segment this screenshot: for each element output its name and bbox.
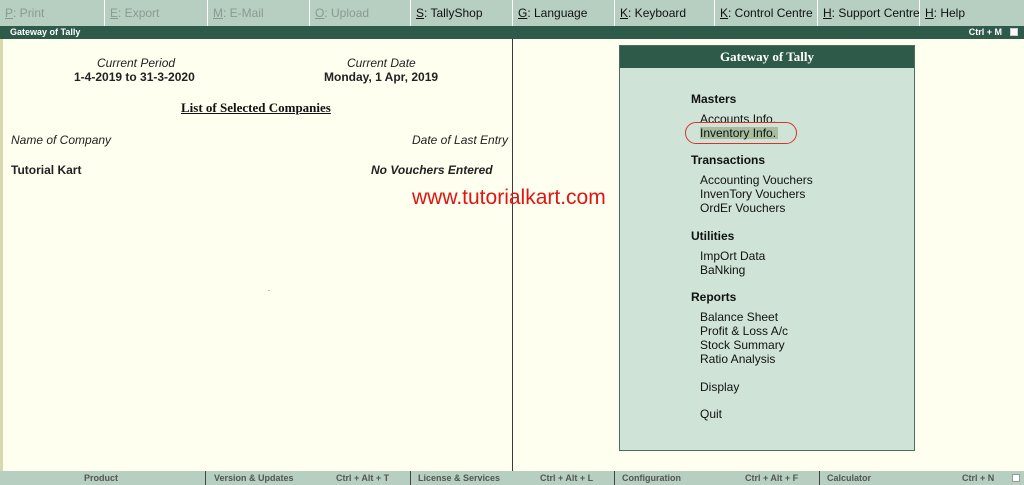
menu-stock-summary[interactable]: Stock Summary <box>700 338 785 352</box>
company-name[interactable]: Tutorial Kart <box>11 163 81 177</box>
transactions-heading: Transactions <box>691 153 766 167</box>
menu-import-data[interactable]: ImpOrt Data <box>700 249 765 263</box>
window-title-bar: Gateway of Tally Ctrl + M <box>0 26 1024 39</box>
configuration-shortcut: Ctrl + Alt + F <box>745 473 799 483</box>
separator <box>410 471 411 485</box>
calculator-toggle-icon[interactable] <box>1012 474 1020 482</box>
print-button[interactable]: P: Print <box>0 0 105 26</box>
export-button[interactable]: E: Export <box>105 0 208 26</box>
masters-heading: Masters <box>691 92 737 106</box>
menu-display[interactable]: Display <box>700 380 739 394</box>
calculator-button[interactable]: Calculator <box>827 471 871 485</box>
menu-ratio-analysis[interactable]: Ratio Analysis <box>700 352 775 366</box>
separator <box>819 471 820 485</box>
company-name-header: Name of Company <box>11 133 112 147</box>
version-updates-shortcut: Ctrl + Alt + T <box>336 473 390 483</box>
menu-quit[interactable]: Quit <box>700 407 722 421</box>
stray-dot <box>268 290 270 291</box>
separator <box>205 471 206 485</box>
current-period-value: 1-4-2019 to 31-3-2020 <box>74 70 195 84</box>
email-button[interactable]: M: E-Mail <box>208 0 310 26</box>
configuration-button[interactable]: Configuration <box>622 471 681 485</box>
reports-heading: Reports <box>691 290 737 304</box>
highlight-circle <box>685 122 797 144</box>
gateway-panel: Gateway of Tally <box>619 45 915 451</box>
control-centre-button[interactable]: K: Control Centre <box>715 0 818 26</box>
help-button[interactable]: H: Help <box>920 0 1024 26</box>
keyboard-button[interactable]: K: Keyboard <box>615 0 715 26</box>
menu-profit-loss[interactable]: Profit & Loss A/c <box>700 324 788 338</box>
product-button[interactable]: Product <box>84 471 118 485</box>
bottom-bar: Product Version & Updates Ctrl + Alt + T… <box>0 471 1024 485</box>
license-services-shortcut: Ctrl + Alt + L <box>540 473 594 483</box>
window-shortcut: Ctrl + M <box>968 27 1002 37</box>
upload-button[interactable]: O: Upload <box>310 0 411 26</box>
menu-banking[interactable]: BaNking <box>700 263 745 277</box>
current-period-label: Current Period <box>97 56 176 70</box>
watermark-text: www.tutorialkart.com <box>412 186 606 209</box>
current-date-value: Monday, 1 Apr, 2019 <box>324 70 439 84</box>
version-updates-button[interactable]: Version & Updates <box>214 471 294 485</box>
utilities-heading: Utilities <box>691 229 735 243</box>
gateway-panel-title: Gateway of Tally <box>620 46 914 68</box>
last-entry-header: Date of Last Entry <box>412 133 509 147</box>
tallyshop-button[interactable]: S: TallyShop <box>411 0 513 26</box>
companies-list-title: List of Selected Companies <box>181 100 331 115</box>
top-button-bar: P: Print E: Export M: E-Mail O: Upload S… <box>0 0 1024 27</box>
menu-order-vouchers[interactable]: OrdEr Vouchers <box>700 201 785 215</box>
language-button[interactable]: G: Language <box>513 0 615 26</box>
separator <box>614 471 615 485</box>
menu-inventory-vouchers[interactable]: InvenTory Vouchers <box>700 187 805 201</box>
support-centre-button[interactable]: H: Support Centre <box>818 0 920 26</box>
calculator-shortcut: Ctrl + N <box>962 473 995 483</box>
current-date-label: Current Date <box>347 56 416 70</box>
menu-balance-sheet[interactable]: Balance Sheet <box>700 310 778 324</box>
menu-accounting-vouchers[interactable]: Accounting Vouchers <box>700 173 813 187</box>
company-last-entry: No Vouchers Entered <box>371 163 493 177</box>
license-services-button[interactable]: License & Services <box>418 471 500 485</box>
pane-divider <box>512 39 513 471</box>
window-title: Gateway of Tally <box>10 27 81 37</box>
left-border <box>0 39 3 471</box>
minimize-icon[interactable] <box>1010 28 1018 36</box>
